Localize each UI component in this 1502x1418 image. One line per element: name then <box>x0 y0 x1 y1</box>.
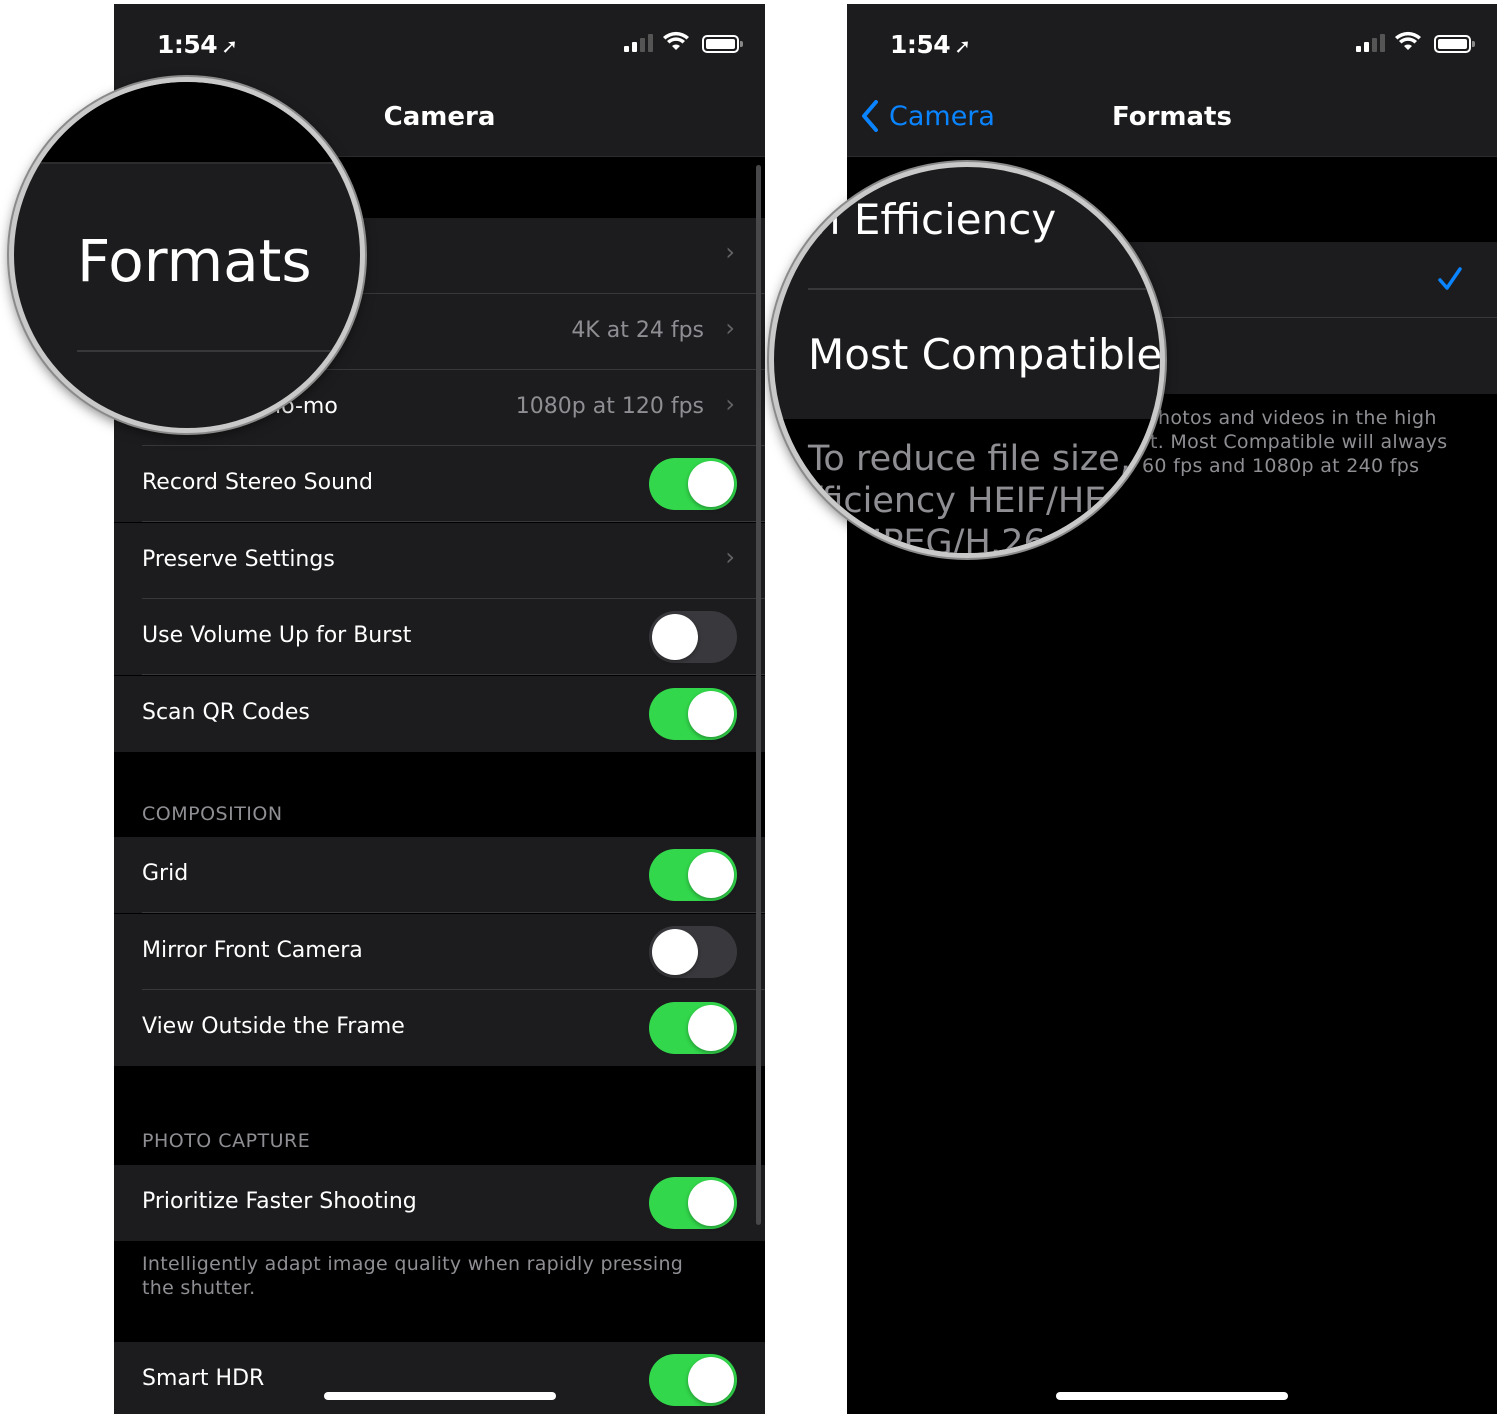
row-label: Scan QR Codes <box>142 699 310 725</box>
smart-hdr-toggle[interactable] <box>649 1354 737 1406</box>
chevron-right-icon: › <box>725 390 735 418</box>
location-arrow-icon: ➚ <box>221 34 238 58</box>
toggle-switch[interactable] <box>649 925 737 978</box>
row-label: View Outside the Frame <box>142 1014 405 1039</box>
toggle-switch[interactable] <box>649 849 737 901</box>
settings-row-preserve-settings[interactable]: Preserve Settings › <box>114 522 765 599</box>
chevron-right-icon: › <box>725 314 735 342</box>
chevron-right-icon: › <box>725 542 735 571</box>
toggle-switch[interactable] <box>649 458 737 510</box>
composition-header: COMPOSITION <box>142 803 283 825</box>
location-arrow-icon: ➚ <box>954 34 971 58</box>
photo-capture-footer: Intelligently adapt image quality when r… <box>142 1253 684 1299</box>
cellular-signal-icon <box>624 34 653 52</box>
scrollbar[interactable] <box>756 165 761 1225</box>
settings-row-use-volume-up-for-burst: Use Volume Up for Burst <box>114 599 765 675</box>
battery-icon <box>702 35 743 53</box>
row-label: Preserve Settings <box>142 546 335 572</box>
settings-row-record-stereo-sound: Record Stereo Sound <box>114 446 765 522</box>
settings-row-view-outside-the-frame: View Outside the Frame <box>114 990 765 1066</box>
status-time: 1:54 <box>890 30 951 59</box>
row-label: Mirror Front Camera <box>142 937 363 963</box>
formats-label-magnified: Formats <box>77 227 312 295</box>
formats-footer: hotos and videos in the high t. Most Com… <box>1142 407 1448 477</box>
most-compatible-label-magnified: Most Compatible <box>808 330 1163 379</box>
magnifier-formats-options: High Efficiency Most Compatible To reduc… <box>769 162 1165 558</box>
magnifier-formats: Formats <box>9 77 365 433</box>
toggle-switch[interactable] <box>649 611 737 663</box>
settings-row-grid: Grid <box>114 837 765 913</box>
row-label: Use Volume Up for Burst <box>142 623 412 648</box>
home-indicator[interactable] <box>324 1392 556 1400</box>
battery-icon <box>1434 35 1475 53</box>
row-label: Record Stereo Sound <box>142 470 373 495</box>
photo-capture-header: PHOTO CAPTURE <box>142 1130 311 1152</box>
status-bar: 1:54 ➚ <box>847 4 1497 84</box>
toggle-switch[interactable] <box>649 687 737 740</box>
row-label: Grid <box>142 861 189 886</box>
high-efficiency-label-magnified: High Efficiency <box>769 195 1057 244</box>
wifi-icon <box>1395 31 1421 50</box>
nav-bar: Camera Formats <box>847 84 1497 157</box>
page-title: Formats <box>1112 102 1232 132</box>
checkmark-icon <box>1438 267 1462 290</box>
wifi-icon <box>663 31 689 50</box>
home-indicator[interactable] <box>1056 1392 1288 1400</box>
cellular-signal-icon <box>1356 34 1385 52</box>
chevron-right-icon: › <box>725 238 735 266</box>
status-time: 1:54 <box>157 30 218 59</box>
settings-row-mirror-front-camera: Mirror Front Camera <box>114 913 765 990</box>
settings-row-scan-qr-codes: Scan QR Codes <box>114 675 765 752</box>
smart-hdr-row: Smart HDR <box>114 1342 765 1414</box>
toggle-switch[interactable] <box>649 1002 737 1054</box>
settings-row-prioritize-faster-shooting: Prioritize Faster Shooting <box>114 1165 765 1241</box>
status-bar: 1:54 ➚ <box>114 4 765 84</box>
row-label: Prioritize Faster Shooting <box>142 1189 417 1214</box>
toggle-switch[interactable] <box>649 1177 737 1229</box>
